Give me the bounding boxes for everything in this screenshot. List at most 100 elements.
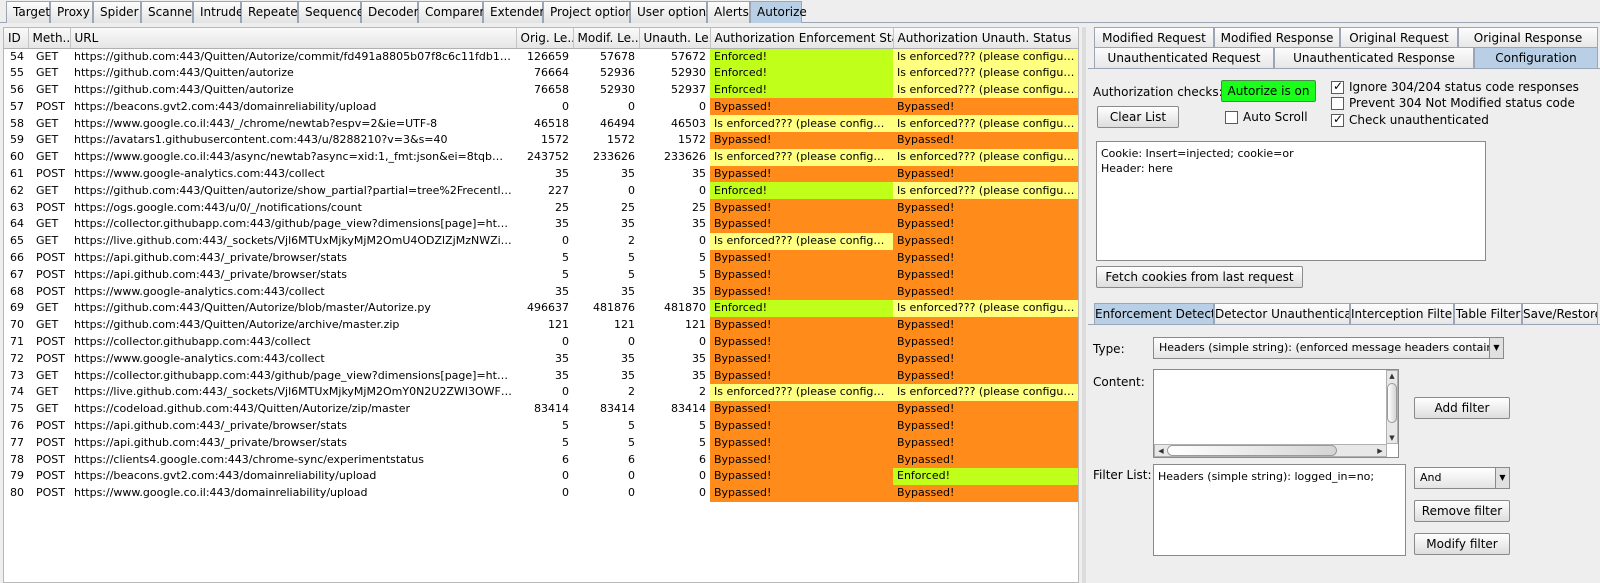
table-row[interactable]: 60 GET https://www.google.co.il:443/async/…	[4, 148, 1078, 166]
horizontal-scrollbar[interactable]: ◀ ▶	[1154, 444, 1387, 457]
table-row[interactable]: 76 POST https://api.github.com:443/_privat…	[4, 417, 1078, 435]
cell-enforcement-status: Bypassed!	[710, 434, 893, 452]
tab-spider[interactable]: Spider	[93, 1, 141, 23]
cell-unauth-status: Is enforced??? (please configure enforce…	[893, 64, 1078, 82]
cell-modif-length: 0	[628, 486, 635, 500]
scroll-down-icon[interactable]: ▼	[1387, 433, 1397, 443]
tab-repeater[interactable]: Repeater	[241, 1, 303, 23]
tab-modified-response[interactable]: Modified Response	[1214, 27, 1340, 48]
tab-extender[interactable]: Extender	[483, 1, 544, 23]
tab-unauthenticated-request[interactable]: Unauthenticated Request	[1094, 47, 1274, 68]
tab-table-filter[interactable]: Table Filter	[1454, 303, 1522, 324]
table-row[interactable]: 54 GET https://github.com:443/Quitten/Auto…	[4, 48, 1078, 65]
modify-filter-button[interactable]: Modify filter	[1414, 533, 1510, 555]
tab-alerts[interactable]: Alerts	[707, 1, 750, 23]
scroll-left-icon[interactable]: ◀	[1156, 446, 1166, 456]
tab-target[interactable]: Target	[6, 1, 50, 23]
tab-comparer[interactable]: Comparer	[418, 1, 484, 23]
table-row[interactable]: 58 GET https://www.google.co.il:443/_/chro…	[4, 115, 1078, 132]
table-row[interactable]: 66 POST https://api.github.com:443/_privat…	[4, 249, 1078, 267]
tab-interception-filters[interactable]: Interception Filters	[1350, 303, 1454, 324]
fetch-cookies-button[interactable]: Fetch cookies from last request	[1096, 266, 1303, 288]
column-header-url[interactable]: URL	[70, 28, 517, 49]
table-row[interactable]: 68 POST https://www.google-analytics.com:4…	[4, 283, 1078, 300]
remove-filter-button[interactable]: Remove filter	[1414, 500, 1510, 522]
tab-autorize[interactable]: Autorize	[750, 1, 807, 23]
cell-orig-length: 0	[562, 234, 569, 248]
tab-intruder[interactable]: Intruder	[193, 1, 248, 23]
scroll-right-icon[interactable]: ▶	[1375, 446, 1385, 456]
scroll-thumb[interactable]	[1387, 383, 1397, 423]
filter-list-box[interactable]: Headers (simple string): logged_in=no;	[1153, 464, 1406, 556]
column-header-modif-length[interactable]: Modif. Le...	[573, 28, 640, 49]
cell-modif-length: 0	[628, 99, 635, 113]
table-row[interactable]: 78 POST https://clients4.google.com:443/ch…	[4, 451, 1078, 468]
table-row[interactable]: 55 GET https://github.com:443/Quitten/auto…	[4, 64, 1078, 82]
cell-enforcement-status: Bypassed!	[710, 131, 893, 149]
auto-scroll-checkbox[interactable]	[1225, 111, 1238, 124]
tab-modified-request[interactable]: Modified Request	[1094, 27, 1214, 48]
column-header-unauth-length[interactable]: Unauth. Le...	[639, 28, 711, 49]
column-header-unauth-status[interactable]: Authorization Unauth. Status	[893, 28, 1078, 49]
detector-type-select[interactable]: Headers (simple string): (enforced messa…	[1153, 337, 1504, 359]
tab-sequencer[interactable]: Sequencer	[298, 1, 369, 23]
cell-unauth-length: 121	[685, 318, 706, 332]
vertical-scrollbar[interactable]: ▲ ▼	[1386, 370, 1398, 444]
table-row[interactable]: 62 GET https://github.com:443/Quitten/auto…	[4, 182, 1078, 200]
table-row[interactable]: 61 POST https://www.google-analytics.com:4…	[4, 165, 1078, 183]
table-row[interactable]: 77 POST https://api.github.com:443/_privat…	[4, 434, 1078, 452]
replacement-headers-textarea[interactable]: Cookie: Insert=injected; cookie=or Heade…	[1096, 141, 1486, 261]
tab-scanner[interactable]: Scanner	[141, 1, 197, 23]
content-textarea[interactable]: ▲ ▼ ◀ ▶	[1153, 369, 1399, 458]
table-row[interactable]: 69 GET https://github.com:443/Quitten/Auto…	[4, 299, 1078, 317]
column-header-enforcement-status[interactable]: Authorization Enforcement Status	[710, 28, 894, 49]
scroll-up-icon[interactable]: ▲	[1387, 371, 1397, 381]
tab-unauthenticated-response[interactable]: Unauthenticated Response	[1274, 47, 1474, 68]
table-row[interactable]: 64 GET https://collector.githubapp.com:443…	[4, 215, 1078, 233]
cell-unauth-length: 35	[692, 284, 706, 298]
ignore-304-checkbox[interactable]	[1331, 79, 1344, 94]
check-unauth-checkbox[interactable]	[1331, 112, 1344, 127]
autorize-toggle-button[interactable]: Autorize is on	[1221, 80, 1316, 102]
pane-splitter[interactable]	[1082, 27, 1086, 583]
cell-unauth-status: Is enforced??? (please configure enforce…	[893, 148, 1078, 166]
table-row[interactable]: 75 GET https://codeload.github.com:443/Qui…	[4, 400, 1078, 418]
scroll-thumb[interactable]	[1167, 445, 1337, 456]
table-row[interactable]: 74 GET https://live.github.com:443/_socket…	[4, 383, 1078, 401]
tab-configuration[interactable]: Configuration	[1474, 47, 1598, 68]
tab-decoder[interactable]: Decoder	[361, 1, 419, 23]
tab-original-response[interactable]: Original Response	[1458, 27, 1598, 48]
and-or-select[interactable]: And ▼	[1414, 467, 1510, 489]
table-row[interactable]: 63 POST https://ogs.google.com:443/u/0/_/n…	[4, 199, 1078, 216]
column-header-method[interactable]: Meth...	[28, 28, 71, 49]
table-row[interactable]: 56 GET https://github.com:443/Quitten/auto…	[4, 81, 1078, 99]
cell-method: POST	[36, 435, 65, 449]
table-row[interactable]: 65 GET https://live.github.com:443/_socket…	[4, 232, 1078, 250]
table-row[interactable]: 79 POST https://beacons.gvt2.com:443/domai…	[4, 467, 1078, 485]
tab-save-restore[interactable]: Save/Restore	[1522, 303, 1598, 324]
tab-user-options[interactable]: User options	[630, 1, 712, 23]
and-or-value: And	[1420, 471, 1442, 484]
clear-list-button[interactable]: Clear List	[1097, 106, 1179, 128]
table-row[interactable]: 73 GET https://collector.githubapp.com:443…	[4, 367, 1078, 384]
tab-enforcement-detector[interactable]: Enforcement Detector	[1094, 303, 1214, 324]
tab-detector-unauthenticated[interactable]: Detector Unauthenticated	[1214, 303, 1350, 324]
prevent-304-checkbox[interactable]	[1331, 97, 1344, 110]
add-filter-button[interactable]: Add filter	[1414, 397, 1510, 419]
tab-project-options[interactable]: Project options	[543, 1, 639, 23]
table-row[interactable]: 72 POST https://www.google-analytics.com:4…	[4, 350, 1078, 368]
table-row[interactable]: 71 POST https://collector.githubapp.com:44…	[4, 333, 1078, 351]
column-header-orig-length[interactable]: Orig. Le...	[516, 28, 574, 49]
cell-id: 80	[10, 486, 24, 500]
detector-type-value: Headers (simple string): (enforced messa…	[1159, 341, 1504, 354]
tab-proxy[interactable]: Proxy	[50, 1, 93, 23]
table-row[interactable]: 80 POST https://www.google.co.il:443/domai…	[4, 484, 1078, 502]
table-row[interactable]: 59 GET https://avatars1.githubusercontent.…	[4, 131, 1078, 149]
tab-original-request[interactable]: Original Request	[1340, 27, 1458, 48]
table-row[interactable]: 67 POST https://api.github.com:443/_privat…	[4, 266, 1078, 284]
cell-enforcement-status: Enforced!	[710, 299, 893, 317]
column-header-id[interactable]: ID	[4, 28, 29, 49]
table-row[interactable]: 57 POST https://beacons.gvt2.com:443/domai…	[4, 98, 1078, 116]
cell-modif-length: 6	[628, 452, 635, 466]
table-row[interactable]: 70 GET https://github.com:443/Quitten/Auto…	[4, 316, 1078, 334]
